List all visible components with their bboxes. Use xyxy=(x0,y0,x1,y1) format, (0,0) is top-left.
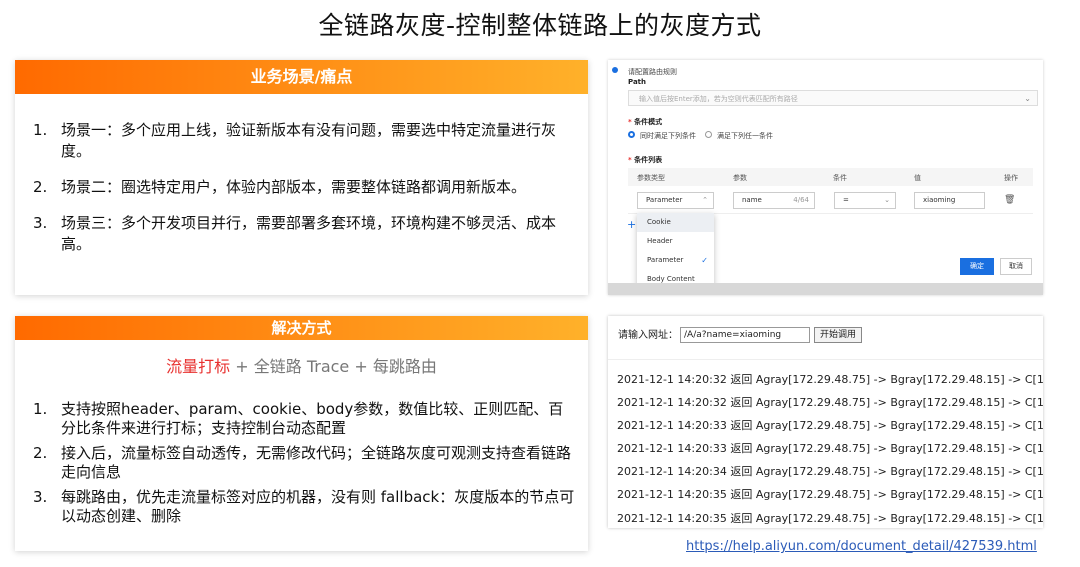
path-placeholder: 输入值后按Enter添加，若为空则代表匹配所有路径 xyxy=(639,95,798,103)
url-label: 请输入网址： xyxy=(618,330,678,341)
log-line: 2021-12-1 14:20:35 返回 Agray[172.29.48.75… xyxy=(617,488,1043,502)
radio-all-conditions[interactable] xyxy=(628,131,635,138)
log-line: 2021-12-1 14:20:32 返回 Agray[172.29.48.75… xyxy=(617,396,1043,410)
path-input[interactable]: 输入值后按Enter添加，若为空则代表匹配所有路径 ⌄ xyxy=(628,90,1038,106)
section-title: 请配置路由规则 xyxy=(628,68,677,76)
cond-all-label: 同时满足下列条件 xyxy=(640,132,696,140)
log-line: 2021-12-1 14:20:35 返回 Agray[172.29.48.75… xyxy=(617,511,1043,525)
condition-table-header: 参数类型 参数 条件 值 操作 xyxy=(628,168,1033,186)
solution-panel: 解决方式 流量打标 + 全链路 Trace + 每跳路由 1. 支持按照head… xyxy=(15,316,588,551)
dropdown-option-cookie[interactable]: Cookie xyxy=(637,213,714,232)
column-header: 值 xyxy=(914,174,921,182)
confirm-button[interactable]: 确定 xyxy=(960,258,994,275)
divider xyxy=(608,359,1043,360)
trash-icon[interactable]: 🗑︎ xyxy=(1004,195,1015,205)
param-name-input[interactable]: name 4/64 xyxy=(733,192,815,209)
chevron-down-icon: ⌄ xyxy=(884,196,890,204)
column-header: 参数类型 xyxy=(637,174,665,182)
scenarios-list: 1. 场景一：多个应用上线，验证新版本有没有问题，需要选中特定流量进行灰度。 2… xyxy=(33,120,578,270)
highlight-red-text: 流量打标 xyxy=(166,357,231,376)
item-number: 1. xyxy=(33,400,48,418)
log-lines: 2021-12-1 14:20:32 返回 Agray[172.29.48.75… xyxy=(617,368,1043,528)
routing-rule-console: 请配置路由规则 Path 输入值后按Enter添加，若为空则代表匹配所有路径 ⌄… xyxy=(608,60,1043,295)
cancel-button[interactable]: 取消 xyxy=(1000,258,1032,275)
value-text: xiaoming xyxy=(923,196,956,204)
solution-header: 解决方式 xyxy=(15,316,588,340)
param-name-value: name xyxy=(742,196,762,204)
list-item: 3. 场景三：多个开发项目并行，需要部署多套环境，环境构建不够灵活、成本高。 xyxy=(33,213,578,255)
value-input[interactable]: xiaoming xyxy=(914,192,985,209)
item-text: 每跳路由，优先走流量标签对应的机器，没有则 fallback：灰度版本的节点可以… xyxy=(61,488,575,525)
item-number: 2. xyxy=(33,444,48,462)
param-type-select[interactable]: Parameter ⌃ xyxy=(637,192,714,209)
column-header: 操作 xyxy=(1004,174,1018,182)
solution-highlight: 流量打标 + 全链路 Trace + 每跳路由 xyxy=(15,353,588,377)
background-strip xyxy=(608,283,1043,295)
item-text: 场景一：多个应用上线，验证新版本有没有问题，需要选中特定流量进行灰度。 xyxy=(61,121,557,160)
list-item: 2. 接入后，流量标签自动透传，无需修改代码；全链路灰度可观测支持查看链路走向信… xyxy=(33,444,578,482)
solution-list: 1. 支持按照header、param、cookie、body参数，数值比较、正… xyxy=(33,400,578,532)
log-line: 2021-12-1 14:20:33 返回 Agray[172.29.48.75… xyxy=(617,442,1043,456)
item-text: 场景三：多个开发项目并行，需要部署多套环境，环境构建不够灵活、成本高。 xyxy=(61,214,557,253)
cond-any-label: 满足下列任一条件 xyxy=(717,132,773,140)
log-line: 2021-12-1 14:20:32 返回 Agray[172.29.48.75… xyxy=(617,373,1043,386)
item-number: 3. xyxy=(33,488,48,506)
cond-list-label: * 条件列表 xyxy=(628,156,663,164)
item-number: 3. xyxy=(33,214,48,232)
add-condition-icon[interactable]: + xyxy=(627,218,636,231)
cond-mode-label: * 条件模式 xyxy=(628,118,663,126)
dropdown-option-header[interactable]: Header xyxy=(637,232,714,251)
highlight-rest-text: + 全链路 Trace + 每跳路由 xyxy=(230,357,437,376)
scenarios-header: 业务场景/痛点 xyxy=(15,60,588,94)
chevron-down-icon[interactable]: ⌄ xyxy=(1024,91,1031,107)
scenarios-panel: 业务场景/痛点 1. 场景一：多个应用上线，验证新版本有没有问题，需要选中特定流… xyxy=(15,60,588,295)
condition-value: = xyxy=(843,196,849,204)
chevron-up-icon: ⌃ xyxy=(702,196,708,204)
step-dot-icon xyxy=(612,67,618,73)
item-text: 场景二：圈选特定用户，体验内部版本，需要整体链路都调用新版本。 xyxy=(61,178,527,196)
item-text: 支持按照header、param、cookie、body参数，数值比较、正则匹配… xyxy=(61,400,564,437)
log-line: 2021-12-1 14:20:33 返回 Agray[172.29.48.75… xyxy=(617,419,1043,433)
condition-select[interactable]: = ⌄ xyxy=(834,192,896,209)
item-number: 1. xyxy=(33,121,48,139)
call-log-panel: 请输入网址： /A/a?name=xiaoming 开始调用 2021-12-1… xyxy=(608,316,1043,528)
column-header: 条件 xyxy=(833,174,847,182)
list-item: 1. 支持按照header、param、cookie、body参数，数值比较、正… xyxy=(33,400,578,438)
list-item: 3. 每跳路由，优先走流量标签对应的机器，没有则 fallback：灰度版本的节… xyxy=(33,488,578,526)
radio-any-condition[interactable] xyxy=(705,131,712,138)
item-text: 接入后，流量标签自动透传，无需修改代码；全链路灰度可观测支持查看链路走向信息 xyxy=(61,444,572,481)
param-char-count: 4/64 xyxy=(793,196,809,204)
table-row: Parameter ⌃ name 4/64 = ⌄ xiaoming 🗑︎ xyxy=(628,188,1033,214)
url-input[interactable]: /A/a?name=xiaoming xyxy=(680,327,810,343)
start-call-button[interactable]: 开始调用 xyxy=(814,327,862,343)
check-icon: ✓ xyxy=(701,256,708,265)
path-label: Path xyxy=(628,78,646,86)
param-type-value: Parameter xyxy=(646,196,683,204)
item-number: 2. xyxy=(33,178,48,196)
dropdown-option-parameter[interactable]: Parameter ✓ xyxy=(637,251,714,270)
list-item: 1. 场景一：多个应用上线，验证新版本有没有问题，需要选中特定流量进行灰度。 xyxy=(33,120,578,162)
log-line: 2021-12-1 14:20:34 返回 Agray[172.29.48.75… xyxy=(617,465,1043,479)
option-label: Parameter xyxy=(647,256,684,264)
list-item: 2. 场景二：圈选特定用户，体验内部版本，需要整体链路都调用新版本。 xyxy=(33,177,578,198)
column-header: 参数 xyxy=(733,174,747,182)
doc-link[interactable]: https://help.aliyun.com/document_detail/… xyxy=(686,539,1037,554)
page-title: 全链路灰度-控制整体链路上的灰度方式 xyxy=(318,11,762,40)
param-type-dropdown: Cookie Header Parameter ✓ Body Content xyxy=(637,213,714,293)
